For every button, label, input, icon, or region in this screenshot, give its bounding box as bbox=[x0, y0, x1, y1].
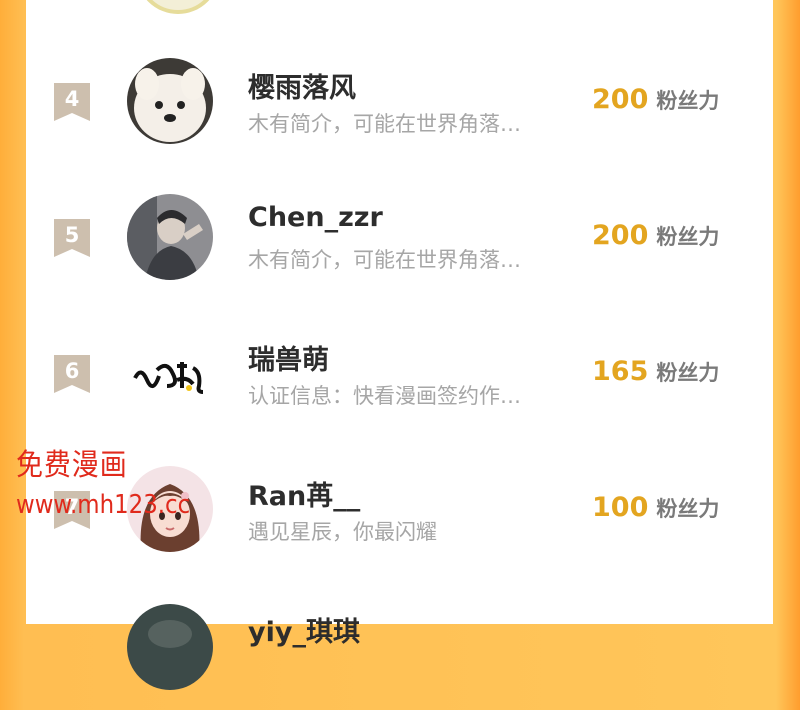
rank-number: 5 bbox=[64, 223, 80, 247]
person-photo-avatar-icon[interactable] bbox=[127, 194, 213, 280]
list-item[interactable]: 5 Chen_zzr 木有简介，可能在世界角落… 200 粉丝力 bbox=[26, 166, 773, 302]
fans-unit: 粉丝力 bbox=[656, 89, 720, 113]
watermark: 免费漫画 www.mh123.cc bbox=[16, 440, 214, 520]
user-bio: 木有简介，可能在世界角落… bbox=[248, 112, 521, 136]
user-name[interactable]: yiy_琪琪 bbox=[248, 610, 360, 649]
rank-number: 4 bbox=[64, 87, 80, 111]
user-bio: 遇见星辰，你最闪耀 bbox=[248, 520, 437, 544]
fans-count: 200 粉丝力 bbox=[592, 84, 719, 115]
white-dog-avatar-icon[interactable] bbox=[127, 58, 213, 144]
fans-value: 165 bbox=[592, 356, 649, 387]
watermark-url: www.mh123.cc bbox=[16, 490, 191, 520]
fans-value: 100 bbox=[592, 492, 649, 523]
user-name[interactable]: Chen_zzr bbox=[248, 202, 383, 233]
user-name[interactable]: 樱雨落风 bbox=[248, 66, 356, 105]
list-item[interactable]: yiy_琪琪 bbox=[26, 574, 773, 710]
rank-badge: 4 bbox=[54, 83, 90, 121]
user-bio: 认证信息：快看漫画签约作… bbox=[248, 384, 521, 408]
fans-count: 100 粉丝力 bbox=[592, 492, 719, 523]
calligraphy-logo-avatar-icon[interactable] bbox=[127, 330, 213, 416]
fans-value: 200 bbox=[592, 220, 649, 251]
user-name[interactable]: 瑞兽萌 bbox=[248, 338, 329, 377]
fans-unit: 粉丝力 bbox=[656, 497, 720, 521]
ranking-card: 4 樱雨落风 木有简介，可能在世界角落… 200 粉丝力 5 Chen_zzr … bbox=[26, 0, 773, 690]
user-name[interactable]: Ran苒__ bbox=[248, 474, 360, 513]
avatar[interactable] bbox=[136, 0, 220, 14]
fans-count: 165 粉丝力 bbox=[592, 356, 719, 387]
list-item[interactable]: 6 瑞兽萌 认证信息：快看漫画签约作… 165 粉丝力 bbox=[26, 302, 773, 438]
rank-badge: 6 bbox=[54, 355, 90, 393]
fans-unit: 粉丝力 bbox=[656, 361, 720, 385]
watermark-title: 免费漫画 bbox=[16, 448, 128, 483]
dark-avatar-icon[interactable] bbox=[127, 604, 213, 690]
rank-number: 6 bbox=[64, 359, 80, 383]
list-item[interactable]: 4 樱雨落风 木有简介，可能在世界角落… 200 粉丝力 bbox=[26, 30, 773, 166]
fans-unit: 粉丝力 bbox=[656, 225, 720, 249]
fans-count: 200 粉丝力 bbox=[592, 220, 719, 251]
rank-badge: 5 bbox=[54, 219, 90, 257]
user-bio: 木有简介，可能在世界角落… bbox=[248, 248, 521, 272]
fans-value: 200 bbox=[592, 84, 649, 115]
